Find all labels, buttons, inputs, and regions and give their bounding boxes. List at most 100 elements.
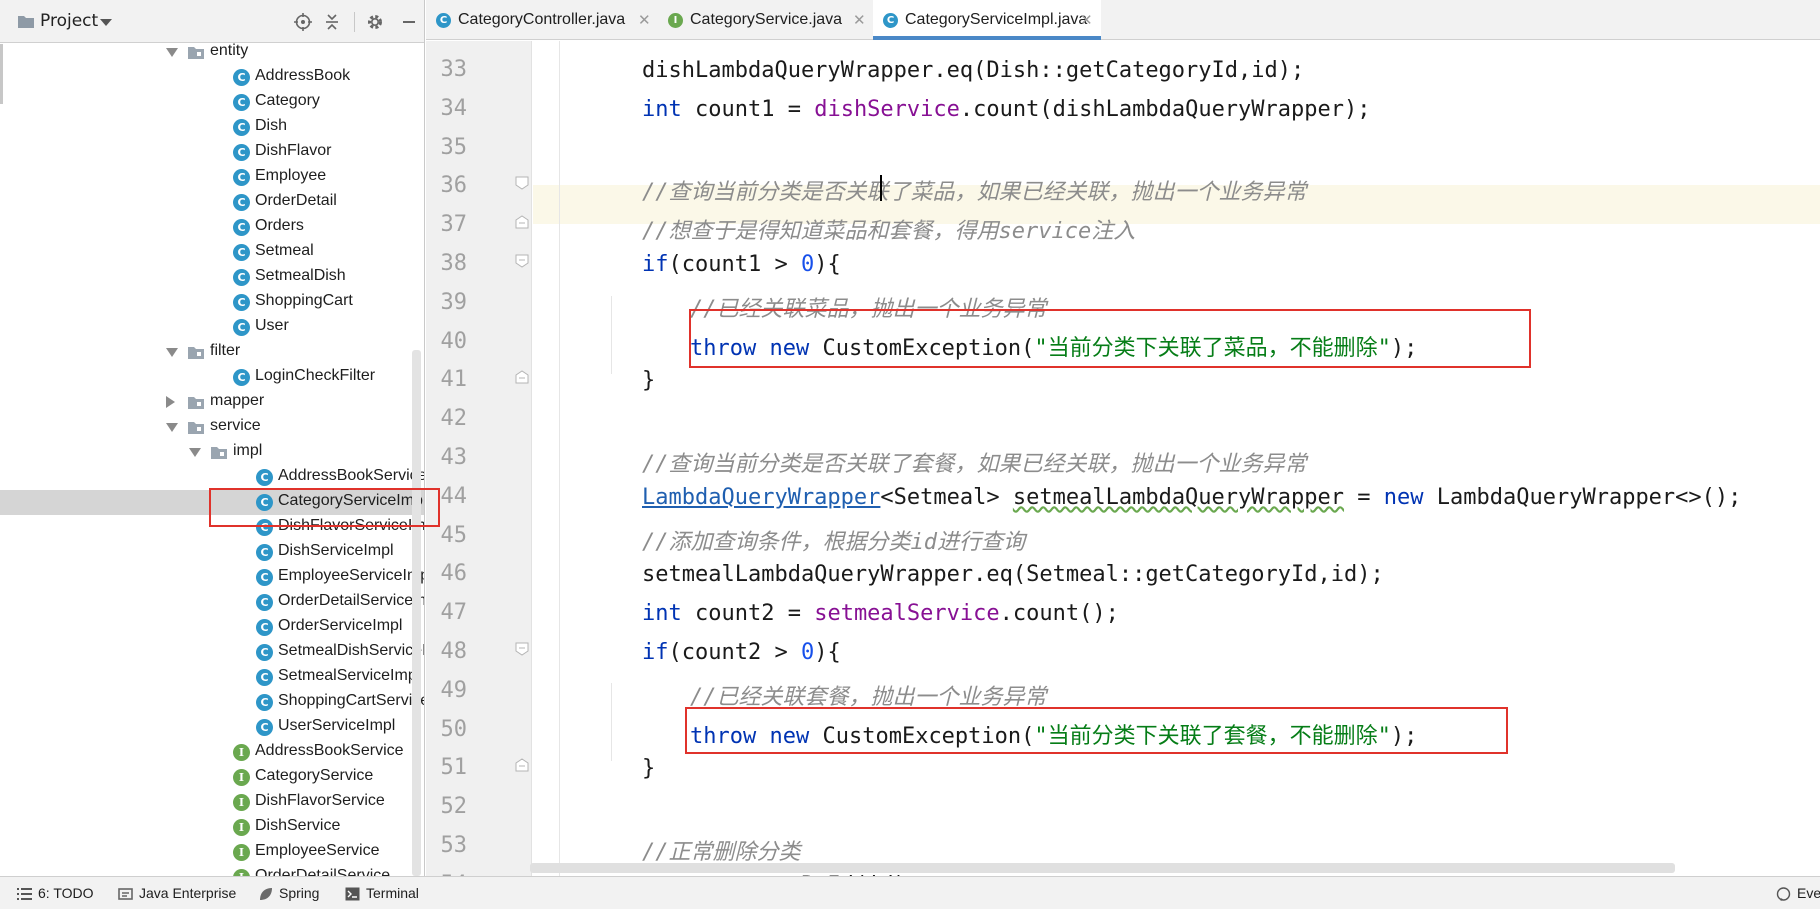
spring-leaf-icon (260, 888, 272, 900)
tab-category-service[interactable]: I CategoryService.java ✕ (658, 0, 873, 40)
tree-item-label: OrderDetail (255, 192, 337, 209)
tree-folder[interactable]: impl (0, 440, 424, 465)
code-line[interactable]: dishLambdaQueryWrapper.eq(Dish::getCateg… (642, 58, 1304, 83)
fold-marker-icon[interactable] (514, 757, 530, 773)
tree-file[interactable]: I CategoryService (0, 765, 424, 790)
tree-file[interactable]: C UserServiceImpl (0, 715, 424, 740)
code-line[interactable]: if(count2 > 0){ (642, 640, 841, 665)
code-line[interactable]: throw new CustomException("当前分类下关联了套餐，不能… (690, 718, 1417, 750)
line-number: 44 (440, 483, 468, 509)
code-line[interactable]: //查询当前分类是否关联了套餐，如果已经关联，抛出一个业务异常 (642, 446, 1307, 478)
locate-target-icon[interactable] (292, 11, 314, 33)
tree-item-label: service (210, 417, 261, 434)
tree-file[interactable]: C CategoryServiceImpl (0, 490, 425, 515)
code-line[interactable]: //正常删除分类 (642, 834, 801, 866)
chevron-down-icon[interactable] (189, 448, 201, 457)
tab-category-controller[interactable]: C CategoryController.java ✕ (426, 0, 658, 40)
code-line[interactable]: //添加查询条件，根据分类id进行查询 (642, 524, 1025, 556)
close-icon[interactable]: ✕ (853, 11, 866, 29)
tab-label: CategoryService.java (690, 11, 843, 28)
tree-item-label: Employee (255, 167, 327, 184)
chevron-down-icon[interactable] (100, 19, 112, 26)
code-line[interactable]: } (642, 368, 655, 393)
tree-file[interactable]: C ShoppingCartServiceImpl (0, 690, 424, 715)
code-line[interactable]: int count1 = dishService.count(dishLambd… (642, 97, 1371, 122)
fold-marker-icon[interactable] (514, 369, 530, 385)
class-icon: C (233, 319, 250, 336)
tree-file[interactable]: C AddressBook (0, 65, 424, 90)
code-line[interactable]: throw new CustomException("当前分类下关联了菜品，不能… (690, 330, 1417, 362)
tree-file[interactable]: C SetmealDishServiceImpl (0, 640, 424, 665)
tree-file[interactable]: C SetmealDish (0, 265, 424, 290)
fold-marker-icon[interactable] (514, 214, 530, 230)
tree-item-label: CategoryServiceImpl (278, 492, 425, 509)
tree-file[interactable]: C User (0, 315, 424, 340)
tree-file[interactable]: C DishFlavor (0, 140, 424, 165)
chevron-down-icon[interactable] (166, 48, 178, 57)
chevron-right-icon[interactable] (166, 396, 175, 408)
tree-folder[interactable]: entity (0, 40, 424, 65)
tree-file[interactable]: I OrderDetailService (0, 865, 424, 876)
tree-file[interactable]: C OrderDetail (0, 190, 424, 215)
close-icon[interactable]: ✕ (1080, 11, 1093, 29)
class-icon: C (256, 694, 273, 711)
tree-item-label: impl (233, 442, 263, 459)
tree-file[interactable]: C EmployeeServiceImpl (0, 565, 424, 590)
code-line[interactable]: LambdaQueryWrapper<Setmeal> setmealLambd… (642, 485, 1741, 510)
tree-folder[interactable]: mapper (0, 390, 424, 415)
interface-icon: I (233, 744, 250, 761)
tree-folder[interactable]: service (0, 415, 424, 440)
code-line[interactable]: } (642, 756, 655, 781)
text-caret (880, 175, 882, 202)
chevron-down-icon[interactable] (166, 348, 178, 357)
chevron-down-icon[interactable] (166, 423, 178, 432)
fold-marker-icon[interactable] (514, 175, 530, 191)
code-editor[interactable]: dishLambdaQueryWrapper.eq(Dish::getCateg… (533, 41, 1820, 876)
collapse-all-icon[interactable] (321, 11, 343, 33)
tree-file[interactable]: C SetmealServiceImpl (0, 665, 424, 690)
fold-marker-icon[interactable] (514, 641, 530, 657)
tree-file[interactable]: C DishServiceImpl (0, 540, 424, 565)
code-line[interactable]: setmealLambdaQueryWrapper.eq(Setmeal::ge… (642, 562, 1384, 587)
minimize-icon[interactable] (398, 11, 420, 33)
code-line[interactable]: //想查于是得知道菜品和套餐，得用service注入 (642, 213, 1135, 245)
line-number: 34 (440, 95, 468, 121)
line-number-gutter[interactable]: 33 34 35 36 37 38 39 40 41 42 43 44 45 46 47 48 49 50 51 52… (426, 41, 532, 897)
tree-file[interactable]: I AddressBookService (0, 740, 424, 765)
project-title[interactable]: Project (40, 11, 98, 31)
class-icon: C (256, 619, 273, 636)
line-number: 35 (440, 134, 468, 160)
fold-marker-icon[interactable] (514, 253, 530, 269)
tree-file[interactable]: C DishFlavorServiceImpl (0, 515, 424, 540)
tree-scrollbar[interactable] (412, 350, 421, 876)
code-line[interactable]: int count2 = setmealService.count(); (642, 601, 1119, 626)
tree-folder[interactable]: filter (0, 340, 424, 365)
tree-file[interactable]: I DishService (0, 815, 424, 840)
tree-file[interactable]: C OrderServiceImpl (0, 615, 424, 640)
tree-file[interactable]: C Employee (0, 165, 424, 190)
close-icon[interactable]: ✕ (638, 11, 651, 29)
tree-file[interactable]: I EmployeeService (0, 840, 424, 865)
tree-file[interactable]: C Dish (0, 115, 424, 140)
tree-item-label: LoginCheckFilter (255, 367, 376, 384)
tree-file[interactable]: I DishFlavorService (0, 790, 424, 815)
tree-file[interactable]: C ShoppingCart (0, 290, 424, 315)
code-line[interactable]: //已经关联套餐，抛出一个业务异常 (690, 679, 1047, 711)
folder-icon (18, 16, 34, 28)
tab-category-service-impl[interactable]: C CategoryServiceImpl.java ✕ (873, 0, 1101, 40)
code-line[interactable]: if(count1 > 0){ (642, 252, 841, 277)
code-line[interactable]: //查询当前分类是否关联了菜品，如果已经关联，抛出一个业务异常 (642, 174, 1307, 206)
gear-icon[interactable] (364, 11, 386, 33)
line-number: 40 (440, 328, 468, 354)
tree-file[interactable]: C AddressBookServiceImpl (0, 465, 424, 490)
class-icon: C (256, 544, 273, 561)
tree-file[interactable]: C Setmeal (0, 240, 424, 265)
tree-file[interactable]: C Orders (0, 215, 424, 240)
tree-file[interactable]: C Category (0, 90, 424, 115)
folder-icon (188, 47, 204, 59)
horizontal-scrollbar[interactable] (530, 863, 1675, 873)
code-line[interactable]: //已经关联菜品，抛出一个业务异常 (690, 291, 1047, 323)
tree-file[interactable]: C OrderDetailServiceImpl (0, 590, 424, 615)
tree-file[interactable]: C LoginCheckFilter (0, 365, 424, 390)
interface-icon: I (233, 844, 250, 861)
